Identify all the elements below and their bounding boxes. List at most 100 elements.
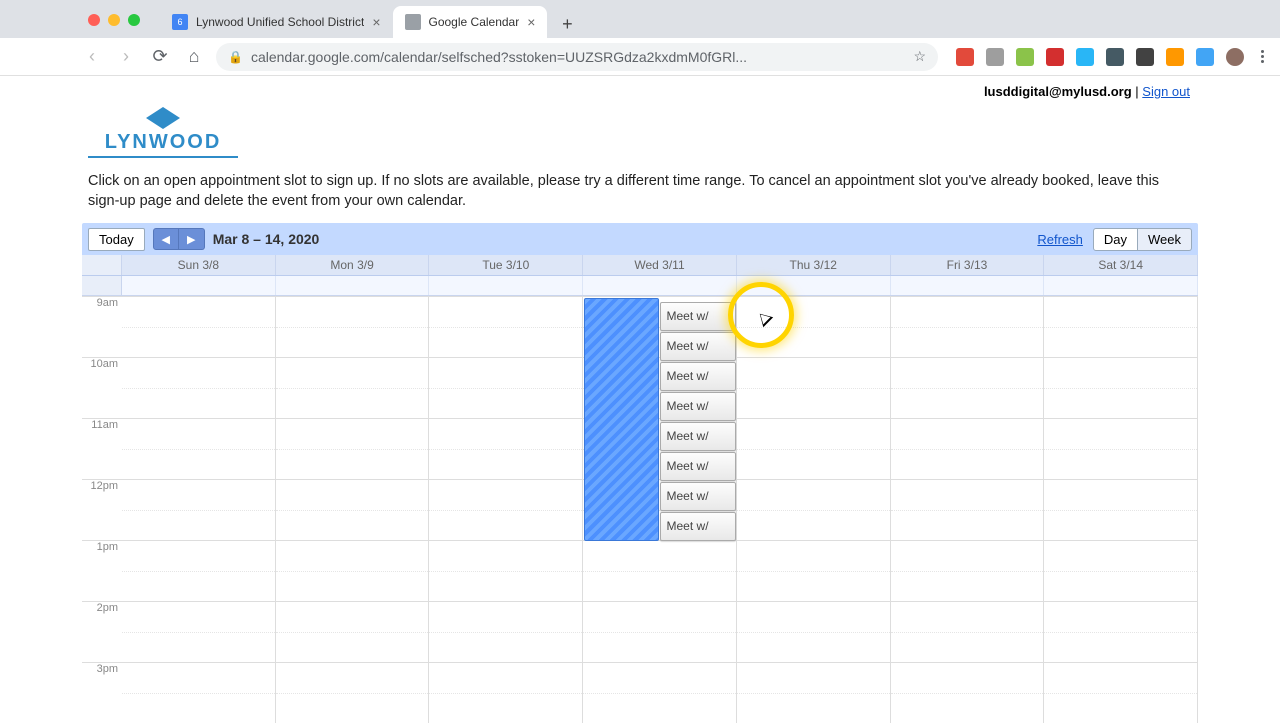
appointment-slot[interactable]: Meet w/ (660, 362, 736, 391)
appointment-slot[interactable]: Meet w/ (660, 512, 736, 541)
hour-cell[interactable] (276, 296, 429, 357)
allday-cell[interactable] (737, 276, 891, 295)
hour-cell[interactable] (737, 662, 890, 723)
day-column[interactable] (122, 296, 276, 723)
day-column[interactable] (737, 296, 891, 723)
nav-back-button[interactable]: ‹ (80, 45, 104, 69)
allday-cell[interactable] (429, 276, 583, 295)
hour-cell[interactable] (276, 418, 429, 479)
close-icon[interactable]: × (372, 14, 380, 30)
hour-cell[interactable] (891, 479, 1044, 540)
url-bar[interactable]: 🔒 calendar.google.com/calendar/selfsched… (216, 43, 938, 71)
hour-cell[interactable] (1044, 479, 1197, 540)
extension-icon[interactable] (986, 48, 1004, 66)
appointment-slot[interactable]: Meet w/ (660, 482, 736, 511)
sign-out-link[interactable]: Sign out (1142, 84, 1190, 99)
hour-cell[interactable] (122, 601, 275, 662)
day-column[interactable] (891, 296, 1045, 723)
hour-cell[interactable] (429, 601, 582, 662)
appointment-slot[interactable]: Meet w/ (660, 392, 736, 421)
hour-cell[interactable] (1044, 296, 1197, 357)
appointment-slot[interactable]: Meet w/ (660, 302, 736, 331)
day-column[interactable] (429, 296, 583, 723)
extension-icon[interactable] (1076, 48, 1094, 66)
hour-cell[interactable] (891, 418, 1044, 479)
nav-forward-button[interactable]: › (114, 45, 138, 69)
busy-event-block[interactable] (584, 298, 659, 541)
hour-cell[interactable] (276, 540, 429, 601)
appointment-slot[interactable]: Meet w/ (660, 332, 736, 361)
hour-cell[interactable] (122, 479, 275, 540)
hour-cell[interactable] (122, 418, 275, 479)
hour-cell[interactable] (737, 601, 890, 662)
hour-cell[interactable] (737, 296, 890, 357)
hour-cell[interactable] (737, 540, 890, 601)
hour-cell[interactable] (429, 357, 582, 418)
close-icon[interactable]: × (527, 14, 535, 30)
hour-cell[interactable] (1044, 601, 1197, 662)
hour-cell[interactable] (583, 662, 736, 723)
hour-cell[interactable] (891, 601, 1044, 662)
nav-home-button[interactable]: ⌂ (182, 45, 206, 69)
hour-cell[interactable] (276, 357, 429, 418)
view-day-button[interactable]: Day (1093, 228, 1138, 251)
hour-cell[interactable] (122, 296, 275, 357)
hour-cell[interactable] (122, 540, 275, 601)
tab-google-calendar[interactable]: Google Calendar × (393, 6, 548, 38)
hour-cell[interactable] (276, 479, 429, 540)
extension-icon[interactable] (1166, 48, 1184, 66)
hour-cell[interactable] (122, 357, 275, 418)
day-column[interactable] (1044, 296, 1198, 723)
hour-cell[interactable] (891, 296, 1044, 357)
hour-cell[interactable] (122, 662, 275, 723)
hour-cell[interactable] (1044, 357, 1197, 418)
hour-cell[interactable] (429, 296, 582, 357)
bookmark-star-icon[interactable]: ☆ (913, 48, 926, 65)
hour-cell[interactable] (891, 357, 1044, 418)
today-button[interactable]: Today (88, 228, 145, 251)
new-tab-button[interactable]: + (553, 10, 581, 38)
allday-cell[interactable] (1044, 276, 1198, 295)
hour-cell[interactable] (429, 662, 582, 723)
hour-cell[interactable] (429, 418, 582, 479)
hour-cell[interactable] (1044, 418, 1197, 479)
prev-week-button[interactable]: ◀ (153, 228, 179, 250)
day-column[interactable]: Meet w/Meet w/Meet w/Meet w/Meet w/Meet … (583, 296, 737, 723)
next-week-button[interactable]: ▶ (179, 228, 205, 250)
hour-cell[interactable] (1044, 540, 1197, 601)
day-column[interactable] (276, 296, 430, 723)
extension-icon[interactable] (956, 48, 974, 66)
extension-icon[interactable] (1046, 48, 1064, 66)
extension-icon[interactable] (1016, 48, 1034, 66)
hour-cell[interactable] (276, 601, 429, 662)
hour-cell[interactable] (1044, 662, 1197, 723)
hour-cell[interactable] (891, 540, 1044, 601)
hour-cell[interactable] (737, 357, 890, 418)
hour-cell[interactable] (737, 418, 890, 479)
extension-icon[interactable] (1136, 48, 1154, 66)
window-zoom-button[interactable] (128, 14, 140, 26)
allday-cell[interactable] (276, 276, 430, 295)
allday-cell[interactable] (583, 276, 737, 295)
window-close-button[interactable] (88, 14, 100, 26)
refresh-link[interactable]: Refresh (1037, 232, 1083, 247)
appointment-slot[interactable]: Meet w/ (660, 422, 736, 451)
appointment-slot[interactable]: Meet w/ (660, 452, 736, 481)
view-week-button[interactable]: Week (1138, 228, 1192, 251)
nav-reload-button[interactable]: ⟳ (148, 45, 172, 69)
hour-cell[interactable] (429, 479, 582, 540)
extension-icon[interactable] (1226, 48, 1244, 66)
tab-lynwood[interactable]: 6 Lynwood Unified School District × (160, 6, 393, 38)
hour-cell[interactable] (737, 479, 890, 540)
extension-icon[interactable] (1196, 48, 1214, 66)
extension-icon[interactable] (1106, 48, 1124, 66)
hour-cell[interactable] (276, 662, 429, 723)
browser-menu-button[interactable] (1254, 50, 1270, 63)
window-minimize-button[interactable] (108, 14, 120, 26)
allday-cell[interactable] (891, 276, 1045, 295)
hour-cell[interactable] (429, 540, 582, 601)
allday-cell[interactable] (122, 276, 276, 295)
hour-cell[interactable] (891, 662, 1044, 723)
hour-cell[interactable] (583, 540, 736, 601)
hour-cell[interactable] (583, 601, 736, 662)
